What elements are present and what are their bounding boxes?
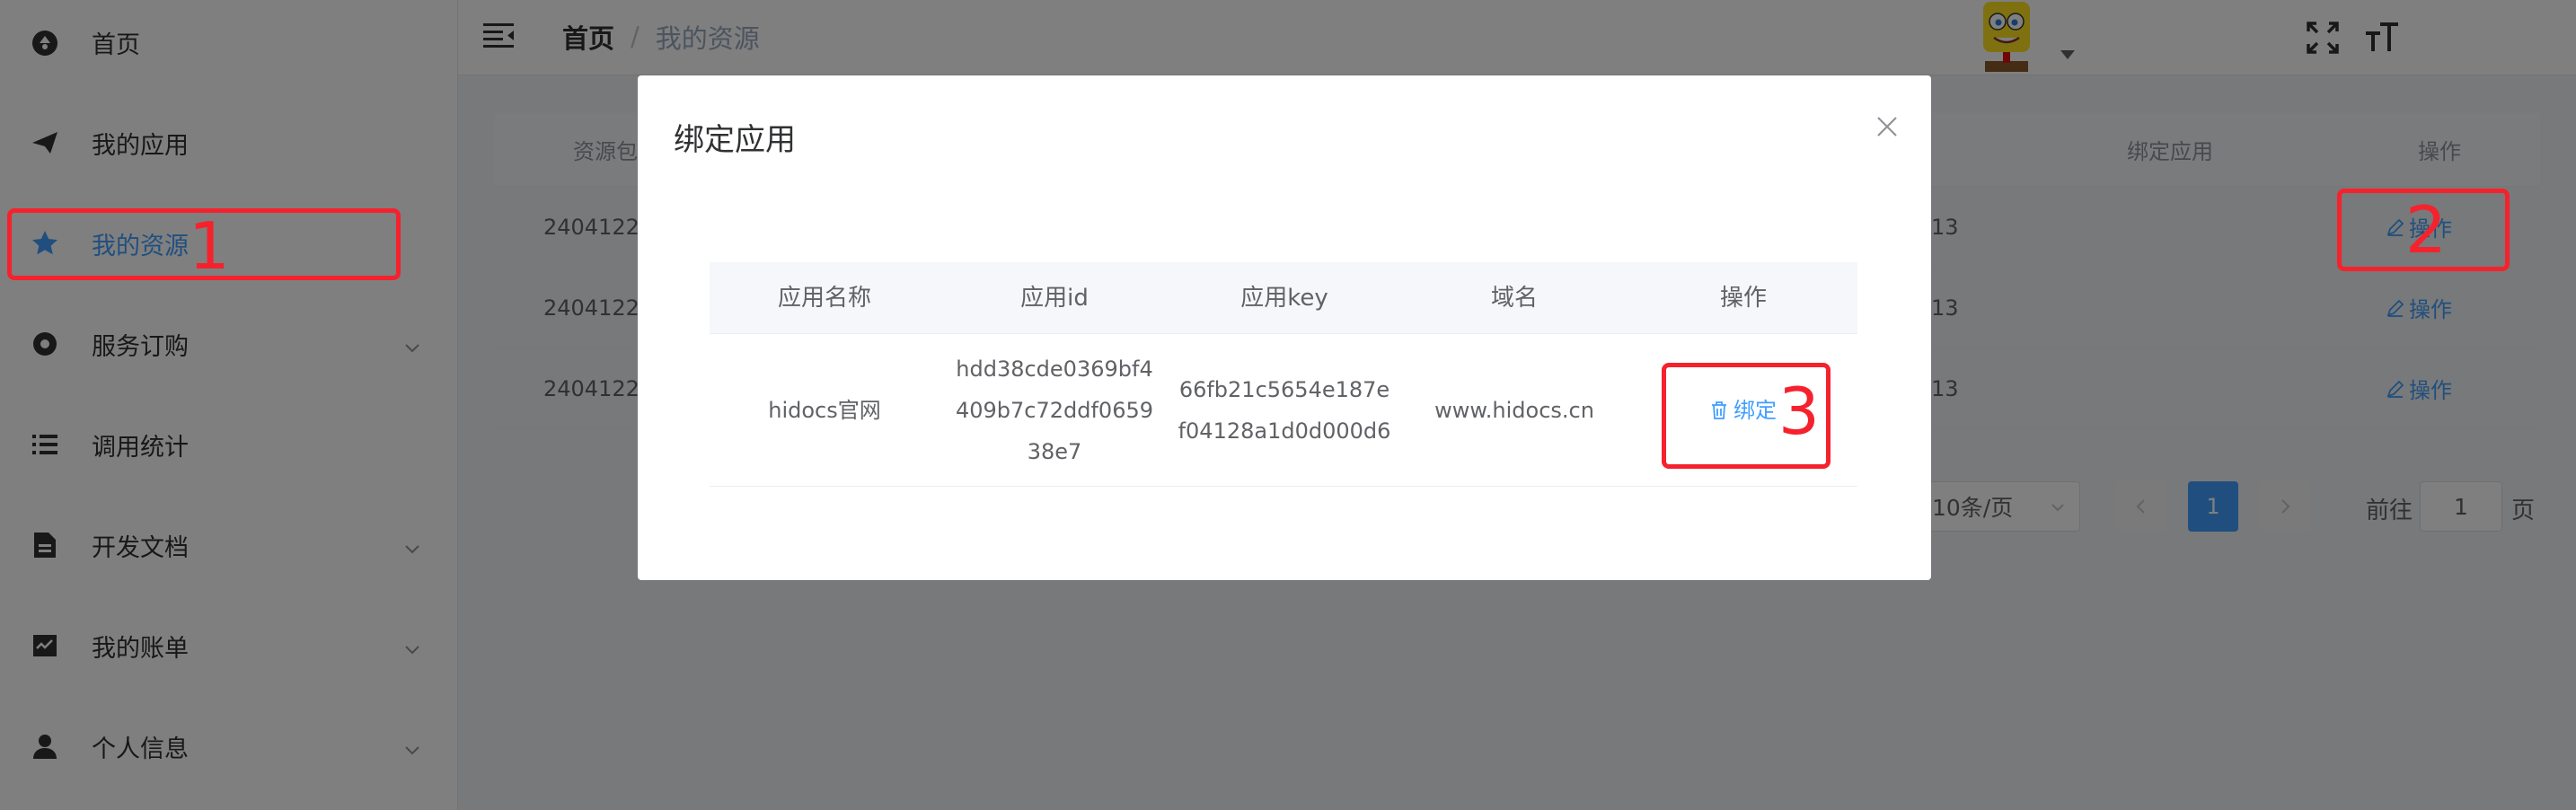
column-header: 应用名称 [777,284,871,312]
app-id: hdd38cde0369bf4 409b7c72ddf0659 38e7 [940,334,1169,486]
app-name: hidocs官网 [768,397,881,423]
app-id-line: hdd38cde0369bf4 [956,356,1153,382]
app-id-line: 38e7 [1027,438,1082,464]
annotation-number-2: 2 [2405,192,2447,268]
app-key: 66fb21c5654e187e f04128a1d0d000d6 [1169,334,1399,486]
column-header: 应用key [1240,284,1328,312]
app-id-line: 409b7c72ddf0659 [955,397,1154,423]
column-header: 操作 [1719,284,1767,312]
table-header: 应用名称 应用id 应用key 域名 操作 [710,262,1857,334]
app-key-line: 66fb21c5654e187e [1178,376,1390,402]
annotation-number-3: 3 [1778,374,1820,449]
app-domain: www.hidocs.cn [1434,397,1594,423]
bind-app-dialog: 绑定应用 应用名称 应用id 应用key 域名 操作 hidocs官网 hdd3… [638,75,1931,580]
annotation-number-1: 1 [189,208,230,284]
close-icon[interactable] [1875,115,1899,138]
column-header: 应用id [1020,284,1089,312]
app-key-line: f04128a1d0d000d6 [1178,418,1391,444]
dialog-title: 绑定应用 [674,122,796,158]
column-header: 域名 [1490,284,1538,312]
